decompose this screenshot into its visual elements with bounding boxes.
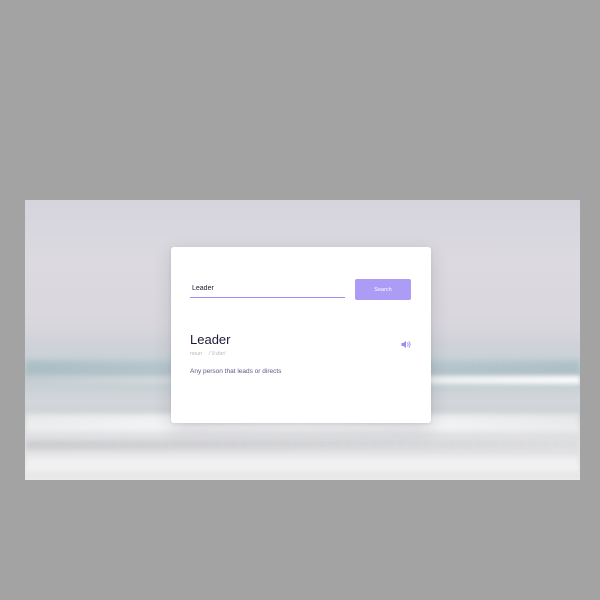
search-button[interactable]: Search (355, 279, 411, 300)
phonetic: /ˈliːdər/ (208, 351, 226, 357)
background-streak (25, 440, 580, 450)
part-of-speech: noun (190, 351, 203, 357)
search-form: Search (190, 279, 411, 300)
background-streak (25, 456, 580, 472)
dictionary-card: Search Leader noun /ˈliːdər/ Any person … (171, 247, 431, 423)
speaker-icon[interactable] (401, 336, 412, 349)
definition-text: Any person that leads or directs (190, 368, 282, 375)
word-meta: noun /ˈliːdər/ (190, 351, 226, 358)
search-input[interactable] (190, 279, 345, 298)
speaker-icon-graphic (401, 340, 411, 349)
word-title: Leader (190, 332, 231, 347)
